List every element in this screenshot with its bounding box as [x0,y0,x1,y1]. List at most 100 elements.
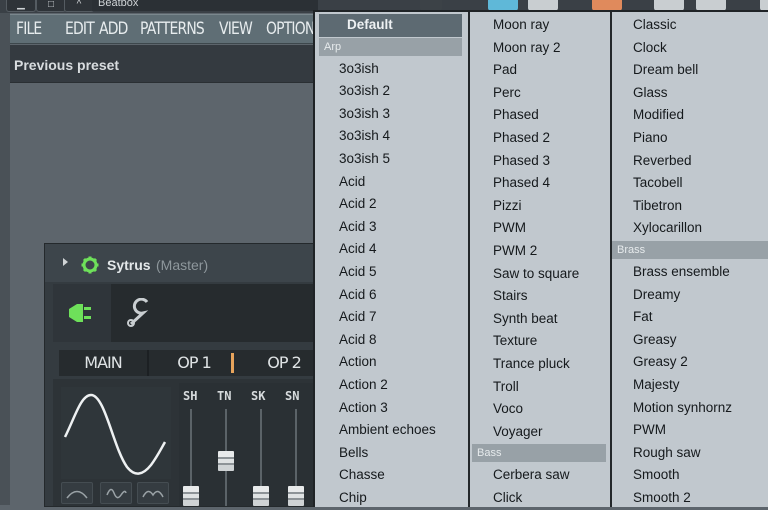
menu-item[interactable]: PWM [612,419,768,442]
menu-item[interactable]: Acid 6 [315,284,466,307]
menu-item[interactable]: Phased 4 [470,172,610,195]
menu-item[interactable]: Stairs [470,285,610,308]
menu-item[interactable]: Bells [315,442,466,465]
tab-main[interactable]: MAIN [59,350,149,376]
tab-op1[interactable]: OP 1 [169,350,219,376]
menu-item[interactable]: Acid 7 [315,306,466,329]
preset-menu: Default Arp 3o3ish 3o3ish 2 3o3ish 3 3o3ish 4… [313,10,768,507]
menu-item[interactable]: Reverbed [612,150,768,173]
menu-item[interactable]: Voyager [470,421,610,444]
fader-sk-handle[interactable] [253,486,269,506]
menu-patterns[interactable]: PATTERNS [140,15,205,43]
double-arc-shape-icon [142,490,164,498]
menu-options[interactable]: OPTION [266,15,315,43]
menu-item[interactable]: 3o3ish [315,58,466,81]
menu-item[interactable]: PWM 2 [470,240,610,263]
menu-item[interactable]: Tibetron [612,195,768,218]
plug-icon [69,304,91,322]
menu-item[interactable]: Action 2 [315,374,466,397]
menu-item[interactable]: PWM [470,217,610,240]
menu-item[interactable]: Cerbera saw [470,464,610,487]
minimize-button[interactable]: ▁ [6,0,36,12]
menu-item[interactable]: Ambient echoes [315,419,466,442]
restore-button[interactable]: □ [36,0,66,12]
fader-tn-handle[interactable] [218,451,234,472]
menu-category-header: Bass [472,444,606,463]
menu-item[interactable]: Acid 2 [315,193,466,216]
operator-tabs: MAIN OP 1 OP 2 [59,350,317,376]
menu-item[interactable]: Smooth [612,464,768,487]
menu-item[interactable]: Motion synhornz [612,397,768,420]
menu-item[interactable]: Acid [315,171,466,194]
menu-item[interactable]: Acid 3 [315,216,466,239]
menu-item[interactable]: Chip [315,487,466,510]
menu-item[interactable]: Greasy 2 [612,351,768,374]
menu-item[interactable]: Perc [470,82,610,105]
menu-item[interactable]: Phased 2 [470,127,610,150]
fader-sn-handle[interactable] [288,486,304,506]
left-edge [0,13,10,505]
fader-label-tn: TN [217,389,232,403]
shape-arc-button[interactable] [61,482,93,504]
menu-item[interactable]: Synth beat [470,308,610,331]
menu-item[interactable]: Piano [612,127,768,150]
menu-item[interactable]: Smooth 2 [612,487,768,510]
tab-op2[interactable]: OP 2 [259,350,309,376]
sytrus-target: (Master) [156,257,209,273]
menu-item[interactable]: Pizzi [470,195,610,218]
menu-item[interactable]: Phased [470,104,610,127]
menu-item[interactable]: Moon ray 2 [470,37,610,60]
window-title: Beatbox [92,0,318,11]
menu-item[interactable]: Pad [470,59,610,82]
preset-column-2: Moon ray Moon ray 2 Pad Perc Phased Phased 2P… [468,12,610,507]
menu-item[interactable]: Clock [612,37,768,60]
menu-item[interactable]: Greasy [612,329,768,352]
menu-item[interactable]: Texture [470,330,610,353]
menu-item[interactable]: Saw to square [470,263,610,286]
menu-item[interactable]: Xylocarillon [612,217,768,240]
menu-item[interactable]: Modified [612,104,768,127]
menubar: FILE EDIT ADD PATTERNS VIEW OPTION [10,14,315,44]
menu-item[interactable]: Chasse [315,464,466,487]
active-tab-marker [231,353,234,373]
menu-item[interactable]: Tacobell [612,172,768,195]
menu-item[interactable]: Acid 5 [315,261,466,284]
menu-item[interactable]: Action [315,351,466,374]
sytrus-titlebar[interactable]: Sytrus (Master) [45,244,317,282]
menu-item[interactable]: 3o3ish 3 [315,103,466,126]
menu-item[interactable]: 3o3ish 4 [315,125,466,148]
shape-double-button[interactable] [137,482,169,504]
menu-edit[interactable]: EDIT [65,15,95,43]
menu-item[interactable]: 3o3ish 5 [315,148,466,171]
menu-item[interactable]: Dreamy [612,284,768,307]
menu-item[interactable]: Action 3 [315,397,466,420]
menu-add[interactable]: ADD [99,15,128,43]
menu-item[interactable]: Acid 8 [315,329,466,352]
expand-arrow-icon[interactable] [63,258,68,266]
menu-item[interactable]: Fat [612,306,768,329]
plugin-tab[interactable] [53,284,111,342]
wrench-icon[interactable] [123,298,153,328]
menu-item[interactable]: Acid 4 [315,238,466,261]
menu-item[interactable]: Trance pluck [470,353,610,376]
menu-item[interactable]: Voco [470,398,610,421]
menu-item[interactable]: Classic [612,14,768,37]
menu-item[interactable]: Troll [470,376,610,399]
menu-item[interactable]: Glass [612,82,768,105]
arc-shape-icon [66,490,88,499]
menu-item-default[interactable]: Default [319,14,462,37]
fader-sh-handle[interactable] [183,486,199,506]
gear-icon[interactable] [81,256,99,274]
close-button[interactable]: ^ [64,0,94,12]
shape-wave-button[interactable] [100,482,132,504]
menu-view[interactable]: VIEW [219,15,253,43]
menu-item[interactable]: 3o3ish 2 [315,80,466,103]
menu-item[interactable]: Moon ray [470,14,610,37]
menu-item[interactable]: Phased 3 [470,150,610,173]
menu-item[interactable]: Click [470,487,610,510]
menu-item[interactable]: Majesty [612,374,768,397]
menu-item[interactable]: Rough saw [612,442,768,465]
menu-item[interactable]: Brass ensemble [612,261,768,284]
menu-file[interactable]: FILE [16,15,42,43]
menu-item[interactable]: Dream bell [612,59,768,82]
